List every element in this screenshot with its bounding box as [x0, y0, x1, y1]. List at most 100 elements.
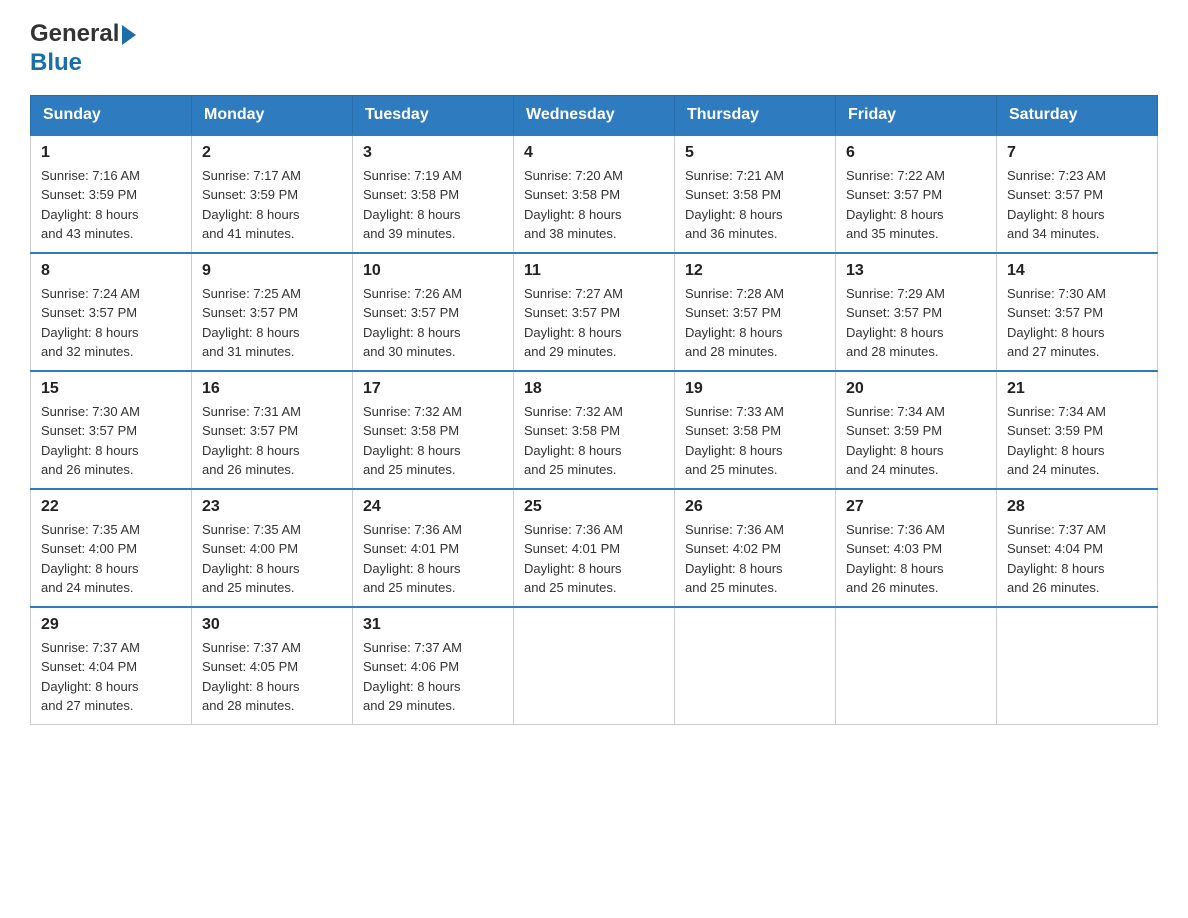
week-row-1: 1 Sunrise: 7:16 AM Sunset: 3:59 PM Dayli…	[31, 135, 1158, 253]
calendar-cell: 23 Sunrise: 7:35 AM Sunset: 4:00 PM Dayl…	[192, 489, 353, 607]
calendar-cell: 3 Sunrise: 7:19 AM Sunset: 3:58 PM Dayli…	[353, 135, 514, 253]
day-info: Sunrise: 7:36 AM Sunset: 4:03 PM Dayligh…	[846, 520, 986, 598]
day-info: Sunrise: 7:23 AM Sunset: 3:57 PM Dayligh…	[1007, 166, 1147, 244]
day-number: 12	[685, 262, 825, 280]
calendar-cell: 4 Sunrise: 7:20 AM Sunset: 3:58 PM Dayli…	[514, 135, 675, 253]
day-number: 27	[846, 498, 986, 516]
calendar-cell: 21 Sunrise: 7:34 AM Sunset: 3:59 PM Dayl…	[997, 371, 1158, 489]
header-tuesday: Tuesday	[353, 95, 514, 135]
calendar-cell: 25 Sunrise: 7:36 AM Sunset: 4:01 PM Dayl…	[514, 489, 675, 607]
day-info: Sunrise: 7:37 AM Sunset: 4:06 PM Dayligh…	[363, 638, 503, 716]
calendar-cell: 31 Sunrise: 7:37 AM Sunset: 4:06 PM Dayl…	[353, 607, 514, 725]
day-info: Sunrise: 7:34 AM Sunset: 3:59 PM Dayligh…	[846, 402, 986, 480]
day-info: Sunrise: 7:35 AM Sunset: 4:00 PM Dayligh…	[41, 520, 181, 598]
day-info: Sunrise: 7:37 AM Sunset: 4:05 PM Dayligh…	[202, 638, 342, 716]
day-info: Sunrise: 7:36 AM Sunset: 4:01 PM Dayligh…	[363, 520, 503, 598]
day-number: 29	[41, 616, 181, 634]
calendar-cell: 14 Sunrise: 7:30 AM Sunset: 3:57 PM Dayl…	[997, 253, 1158, 371]
header-friday: Friday	[836, 95, 997, 135]
day-info: Sunrise: 7:32 AM Sunset: 3:58 PM Dayligh…	[363, 402, 503, 480]
calendar-cell: 19 Sunrise: 7:33 AM Sunset: 3:58 PM Dayl…	[675, 371, 836, 489]
day-number: 24	[363, 498, 503, 516]
weekday-header-row: Sunday Monday Tuesday Wednesday Thursday…	[31, 95, 1158, 135]
day-number: 13	[846, 262, 986, 280]
day-number: 1	[41, 144, 181, 162]
day-number: 18	[524, 380, 664, 398]
day-info: Sunrise: 7:16 AM Sunset: 3:59 PM Dayligh…	[41, 166, 181, 244]
day-number: 5	[685, 144, 825, 162]
day-info: Sunrise: 7:36 AM Sunset: 4:01 PM Dayligh…	[524, 520, 664, 598]
day-info: Sunrise: 7:30 AM Sunset: 3:57 PM Dayligh…	[41, 402, 181, 480]
header-thursday: Thursday	[675, 95, 836, 135]
header-monday: Monday	[192, 95, 353, 135]
day-number: 31	[363, 616, 503, 634]
calendar-cell	[836, 607, 997, 725]
day-number: 19	[685, 380, 825, 398]
day-number: 7	[1007, 144, 1147, 162]
day-info: Sunrise: 7:36 AM Sunset: 4:02 PM Dayligh…	[685, 520, 825, 598]
day-number: 23	[202, 498, 342, 516]
calendar-cell: 22 Sunrise: 7:35 AM Sunset: 4:00 PM Dayl…	[31, 489, 192, 607]
calendar-cell: 26 Sunrise: 7:36 AM Sunset: 4:02 PM Dayl…	[675, 489, 836, 607]
day-number: 11	[524, 262, 664, 280]
calendar-cell: 27 Sunrise: 7:36 AM Sunset: 4:03 PM Dayl…	[836, 489, 997, 607]
day-number: 16	[202, 380, 342, 398]
day-info: Sunrise: 7:19 AM Sunset: 3:58 PM Dayligh…	[363, 166, 503, 244]
day-info: Sunrise: 7:27 AM Sunset: 3:57 PM Dayligh…	[524, 284, 664, 362]
day-info: Sunrise: 7:22 AM Sunset: 3:57 PM Dayligh…	[846, 166, 986, 244]
day-number: 6	[846, 144, 986, 162]
day-number: 14	[1007, 262, 1147, 280]
calendar-cell: 10 Sunrise: 7:26 AM Sunset: 3:57 PM Dayl…	[353, 253, 514, 371]
header-sunday: Sunday	[31, 95, 192, 135]
day-number: 28	[1007, 498, 1147, 516]
day-number: 8	[41, 262, 181, 280]
day-number: 3	[363, 144, 503, 162]
calendar-cell: 1 Sunrise: 7:16 AM Sunset: 3:59 PM Dayli…	[31, 135, 192, 253]
day-info: Sunrise: 7:33 AM Sunset: 3:58 PM Dayligh…	[685, 402, 825, 480]
day-number: 30	[202, 616, 342, 634]
day-number: 2	[202, 144, 342, 162]
day-info: Sunrise: 7:28 AM Sunset: 3:57 PM Dayligh…	[685, 284, 825, 362]
calendar-cell: 17 Sunrise: 7:32 AM Sunset: 3:58 PM Dayl…	[353, 371, 514, 489]
day-info: Sunrise: 7:20 AM Sunset: 3:58 PM Dayligh…	[524, 166, 664, 244]
calendar-cell: 15 Sunrise: 7:30 AM Sunset: 3:57 PM Dayl…	[31, 371, 192, 489]
day-info: Sunrise: 7:31 AM Sunset: 3:57 PM Dayligh…	[202, 402, 342, 480]
day-number: 20	[846, 380, 986, 398]
day-info: Sunrise: 7:34 AM Sunset: 3:59 PM Dayligh…	[1007, 402, 1147, 480]
calendar-cell	[997, 607, 1158, 725]
day-number: 26	[685, 498, 825, 516]
calendar-cell: 28 Sunrise: 7:37 AM Sunset: 4:04 PM Dayl…	[997, 489, 1158, 607]
header-saturday: Saturday	[997, 95, 1158, 135]
week-row-3: 15 Sunrise: 7:30 AM Sunset: 3:57 PM Dayl…	[31, 371, 1158, 489]
calendar-cell	[514, 607, 675, 725]
week-row-4: 22 Sunrise: 7:35 AM Sunset: 4:00 PM Dayl…	[31, 489, 1158, 607]
calendar-cell: 29 Sunrise: 7:37 AM Sunset: 4:04 PM Dayl…	[31, 607, 192, 725]
day-number: 21	[1007, 380, 1147, 398]
day-info: Sunrise: 7:30 AM Sunset: 3:57 PM Dayligh…	[1007, 284, 1147, 362]
day-info: Sunrise: 7:37 AM Sunset: 4:04 PM Dayligh…	[41, 638, 181, 716]
calendar-cell: 18 Sunrise: 7:32 AM Sunset: 3:58 PM Dayl…	[514, 371, 675, 489]
calendar-cell: 6 Sunrise: 7:22 AM Sunset: 3:57 PM Dayli…	[836, 135, 997, 253]
calendar-cell: 12 Sunrise: 7:28 AM Sunset: 3:57 PM Dayl…	[675, 253, 836, 371]
header-wednesday: Wednesday	[514, 95, 675, 135]
calendar-cell: 24 Sunrise: 7:36 AM Sunset: 4:01 PM Dayl…	[353, 489, 514, 607]
day-info: Sunrise: 7:24 AM Sunset: 3:57 PM Dayligh…	[41, 284, 181, 362]
day-number: 9	[202, 262, 342, 280]
calendar-cell: 30 Sunrise: 7:37 AM Sunset: 4:05 PM Dayl…	[192, 607, 353, 725]
logo-general: General	[30, 20, 119, 47]
week-row-2: 8 Sunrise: 7:24 AM Sunset: 3:57 PM Dayli…	[31, 253, 1158, 371]
day-number: 15	[41, 380, 181, 398]
day-info: Sunrise: 7:21 AM Sunset: 3:58 PM Dayligh…	[685, 166, 825, 244]
logo-blue: Blue	[30, 49, 82, 76]
page-header: General Blue	[30, 20, 1158, 77]
day-info: Sunrise: 7:25 AM Sunset: 3:57 PM Dayligh…	[202, 284, 342, 362]
day-info: Sunrise: 7:29 AM Sunset: 3:57 PM Dayligh…	[846, 284, 986, 362]
calendar-cell: 2 Sunrise: 7:17 AM Sunset: 3:59 PM Dayli…	[192, 135, 353, 253]
logo-triangle-icon	[122, 25, 136, 45]
calendar-cell: 20 Sunrise: 7:34 AM Sunset: 3:59 PM Dayl…	[836, 371, 997, 489]
day-number: 10	[363, 262, 503, 280]
calendar-cell: 8 Sunrise: 7:24 AM Sunset: 3:57 PM Dayli…	[31, 253, 192, 371]
day-info: Sunrise: 7:32 AM Sunset: 3:58 PM Dayligh…	[524, 402, 664, 480]
day-info: Sunrise: 7:26 AM Sunset: 3:57 PM Dayligh…	[363, 284, 503, 362]
calendar-cell: 5 Sunrise: 7:21 AM Sunset: 3:58 PM Dayli…	[675, 135, 836, 253]
